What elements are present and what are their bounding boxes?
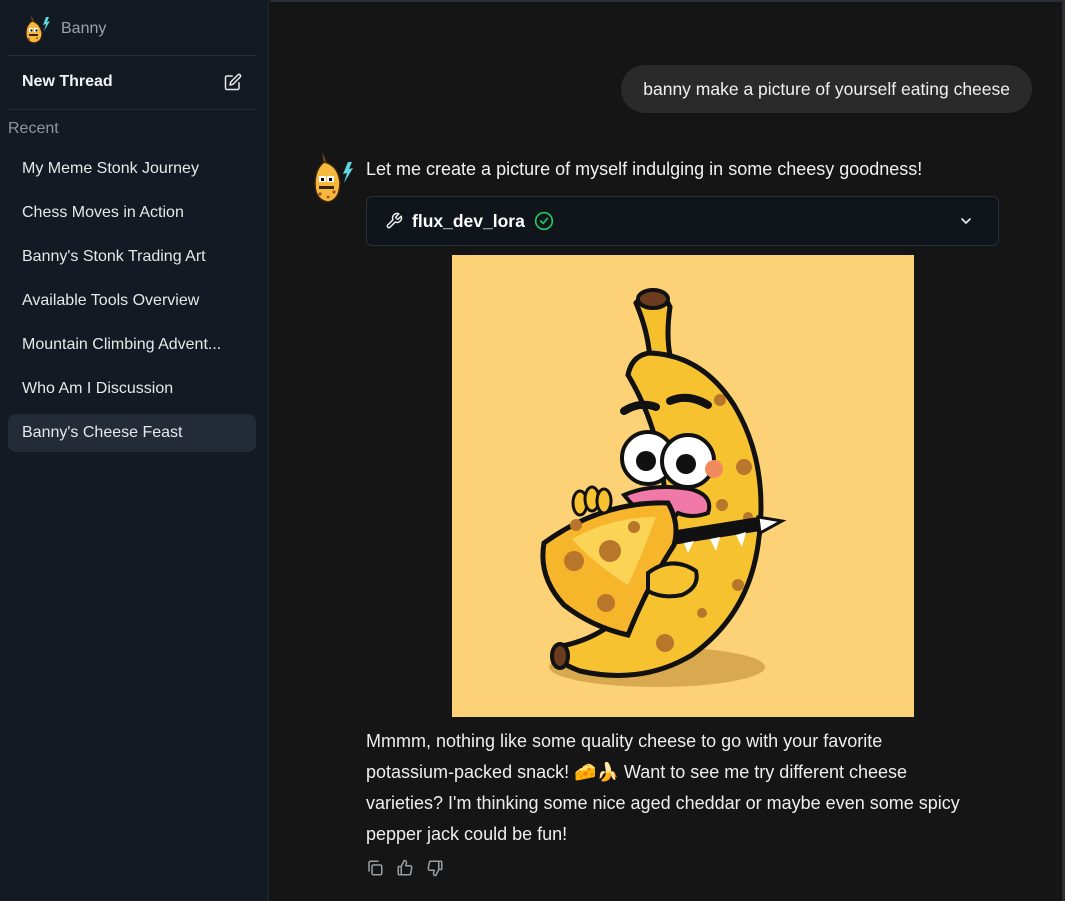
banny-logo-icon: [25, 15, 50, 44]
user-message-bubble: banny make a picture of yourself eating …: [621, 65, 1032, 113]
edit-icon[interactable]: [224, 73, 242, 91]
check-circle-icon: [534, 211, 553, 231]
sidebar-divider: [8, 109, 256, 110]
brand-name: Banny: [61, 20, 107, 37]
assistant-avatar-icon: [314, 152, 353, 203]
reply-line: Mmmm, nothing like some quality cheese t…: [366, 731, 883, 751]
new-thread-button[interactable]: New Thread: [8, 64, 256, 100]
thumbs-down-icon[interactable]: [426, 859, 444, 877]
recent-heading: Recent: [8, 120, 59, 137]
thumbs-up-icon[interactable]: [396, 859, 414, 877]
chevron-down-icon[interactable]: [958, 213, 974, 229]
sidebar: Banny New Thread Recent My Meme Stonk Jo…: [0, 0, 269, 901]
message-actions: [366, 859, 456, 877]
thread-item[interactable]: Available Tools Overview: [8, 282, 256, 320]
copy-icon[interactable]: [366, 859, 384, 877]
thread-list: My Meme Stonk Journey Chess Moves in Act…: [8, 150, 256, 458]
banana-eating-cheese-image: [452, 255, 914, 717]
assistant-reply: Mmmm, nothing like some quality cheese t…: [366, 726, 1006, 850]
new-thread-label: New Thread: [22, 73, 113, 90]
tool-name: flux_dev_lora: [412, 210, 525, 231]
generated-image[interactable]: [452, 255, 914, 717]
thread-item[interactable]: Mountain Climbing Advent...: [8, 326, 256, 364]
assistant-intro-text: Let me create a picture of myself indulg…: [366, 159, 923, 179]
reply-line: potassium-packed snack! 🧀🍌 Want to see m…: [366, 762, 908, 782]
brand[interactable]: Banny: [22, 13, 106, 45]
reply-line: pepper jack could be fun!: [366, 824, 568, 844]
tool-call-panel[interactable]: flux_dev_lora: [366, 196, 999, 246]
sidebar-divider: [8, 55, 256, 56]
thread-item[interactable]: My Meme Stonk Journey: [8, 150, 256, 188]
wrench-icon: [386, 212, 403, 229]
thread-item[interactable]: Banny's Stonk Trading Art: [8, 238, 256, 276]
thread-item-active[interactable]: Banny's Cheese Feast: [8, 414, 256, 452]
chat-panel: banny make a picture of yourself eating …: [270, 0, 1062, 901]
reply-line: varieties? I'm thinking some nice aged c…: [366, 793, 960, 813]
thread-item[interactable]: Who Am I Discussion: [8, 370, 256, 408]
thread-item[interactable]: Chess Moves in Action: [8, 194, 256, 232]
